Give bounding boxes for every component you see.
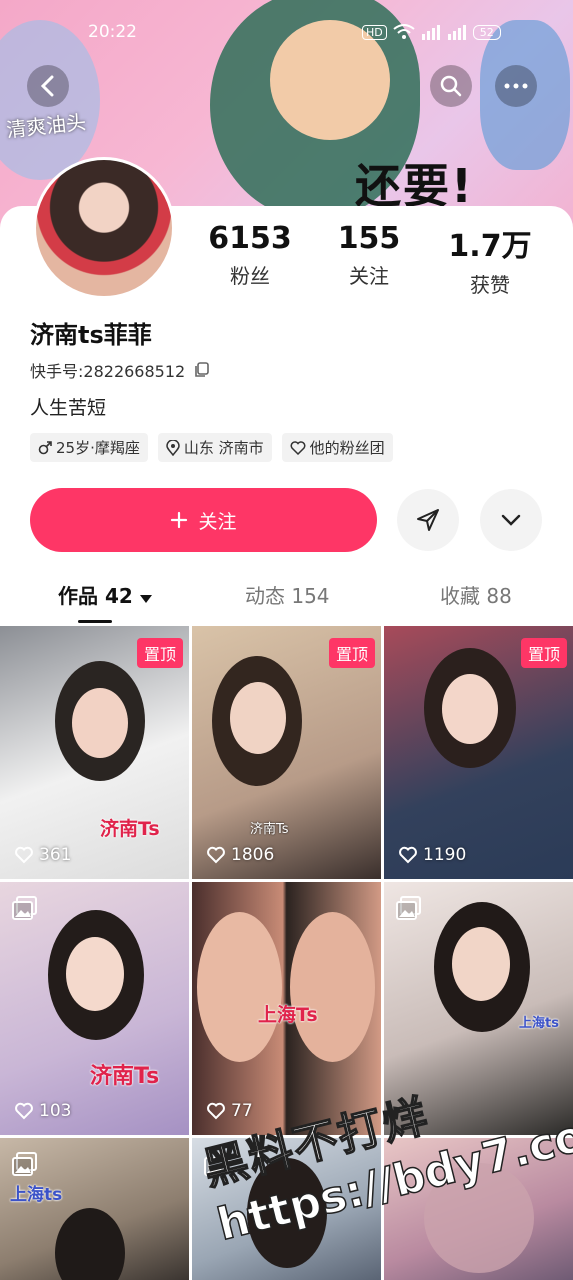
content-tabs: 作品 42 动态 154 收藏 88: [0, 580, 573, 624]
heart-icon: [207, 846, 225, 864]
tab-favorites[interactable]: 收藏 88: [440, 580, 512, 609]
back-button[interactable]: [27, 65, 69, 107]
signal-icon: [421, 25, 440, 40]
battery-indicator: 52: [472, 24, 501, 40]
status-time: 20:22: [88, 22, 137, 42]
follow-button[interactable]: 关注: [30, 488, 377, 552]
search-icon: [440, 75, 462, 97]
kuaishou-id-row: 快手号:2822668512: [30, 358, 211, 382]
heart-icon: [15, 846, 33, 864]
heart-icon: [399, 846, 417, 864]
grid-likes: 77: [206, 1101, 253, 1121]
pinned-badge: 置顶: [136, 638, 183, 668]
tag-location: 山东 济南市: [157, 433, 272, 462]
grid-likes: 361: [14, 845, 71, 865]
stat-following[interactable]: 155 关注: [309, 221, 429, 289]
likes-count: 1.7万: [448, 229, 532, 264]
expand-button[interactable]: [480, 489, 542, 551]
grid-caption: 济南Ts: [250, 822, 289, 837]
grid-caption: 济南Ts: [90, 1064, 160, 1089]
following-count: 155: [337, 221, 401, 256]
following-label: 关注: [349, 264, 389, 288]
signal-icon-2: [447, 25, 466, 40]
follow-label: 关注: [198, 510, 237, 533]
share-button[interactable]: [397, 489, 459, 551]
copy-icon[interactable]: [193, 361, 211, 379]
pinned-badge: 置顶: [328, 638, 375, 668]
grid-caption: 上海ts: [519, 1016, 559, 1031]
grid-item[interactable]: 上海ts: [0, 1138, 189, 1280]
tab-works[interactable]: 作品 42: [58, 580, 152, 609]
gallery-icon: [396, 896, 421, 920]
grid-item[interactable]: 置顶 济南Ts 361: [0, 626, 189, 879]
grid-likes: 1190: [398, 845, 466, 865]
profile-tags: 25岁·摩羯座 山东 济南市 他的粉丝团: [30, 433, 393, 462]
more-dots-icon: [504, 83, 528, 89]
grid-caption: 上海ts: [10, 1185, 63, 1205]
search-button[interactable]: [430, 65, 472, 107]
followers-label: 粉丝: [230, 264, 270, 288]
send-icon: [417, 509, 439, 531]
likes-label: 获赞: [470, 273, 510, 297]
wifi-icon: [393, 24, 415, 39]
heart-icon: [207, 1102, 225, 1120]
network-badge: HD: [362, 24, 387, 40]
avatar[interactable]: [33, 157, 175, 299]
followers-count: 6153: [208, 221, 292, 256]
profile-name: 济南ts菲菲: [30, 321, 152, 349]
grid-item[interactable]: 置顶 济南Ts 1806: [192, 626, 381, 879]
heart-outline-icon: [290, 440, 306, 455]
profile-bio: 人生苦短: [30, 397, 107, 419]
location-icon: [166, 439, 180, 456]
tag-fan-group[interactable]: 他的粉丝团: [281, 433, 393, 462]
stat-likes[interactable]: 1.7万 获赞: [430, 221, 550, 298]
grid-item[interactable]: 济南Ts 103: [0, 882, 189, 1135]
chevron-left-icon: [40, 75, 54, 97]
pinned-badge: 置顶: [520, 638, 567, 668]
male-icon: [38, 440, 52, 454]
grid-item[interactable]: 置顶 1190: [384, 626, 573, 879]
grid-caption: 上海Ts: [258, 1004, 318, 1026]
active-tab-indicator: [78, 620, 112, 623]
tag-age-zodiac: 25岁·摩羯座: [30, 433, 148, 462]
grid-caption: 济南Ts: [100, 818, 160, 840]
gallery-icon: [12, 1152, 37, 1176]
heart-icon: [15, 1102, 33, 1120]
kuaishou-id-label: 快手号:2822668512: [30, 362, 186, 381]
tab-moments[interactable]: 动态 154: [245, 580, 330, 609]
more-options-button[interactable]: [495, 65, 537, 107]
status-bar: 20:22 HD 52: [0, 22, 573, 46]
chevron-down-icon: [501, 514, 521, 526]
gallery-icon: [12, 896, 37, 920]
plus-icon: [171, 511, 188, 529]
grid-likes: 103: [14, 1101, 71, 1121]
grid-likes: 1806: [206, 845, 274, 865]
stat-followers[interactable]: 6153 粉丝: [190, 221, 310, 289]
caret-down-icon: [139, 595, 152, 603]
